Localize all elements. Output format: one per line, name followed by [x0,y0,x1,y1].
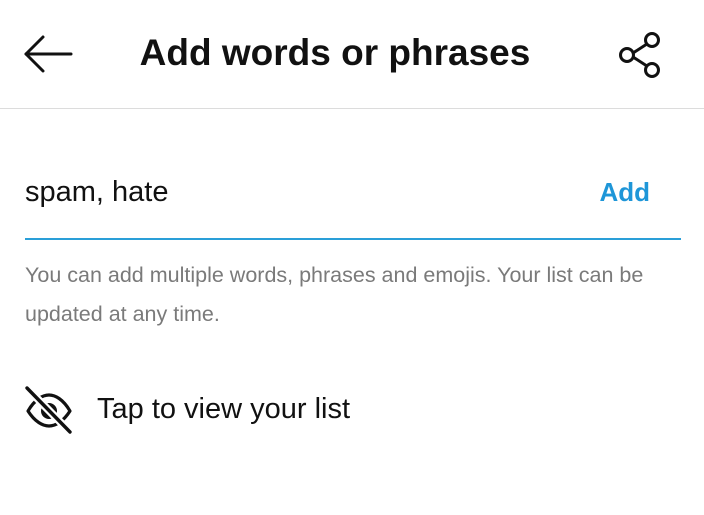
word-input[interactable] [25,170,565,214]
add-words-screen: Add words or phrases Add You can add mul… [0,0,704,515]
view-list-button[interactable]: Tap to view your list [22,382,442,436]
eye-off-icon [22,382,76,436]
top-app-bar: Add words or phrases [0,0,704,109]
helper-text: You can add multiple words, phrases and … [25,263,644,326]
word-input-row: Add [25,160,681,240]
share-button[interactable] [612,28,668,82]
add-button[interactable]: Add [599,175,650,209]
page-title: Add words or phrases [139,32,531,73]
share-icon [619,32,660,78]
view-list-label: Tap to view your list [97,392,351,425]
